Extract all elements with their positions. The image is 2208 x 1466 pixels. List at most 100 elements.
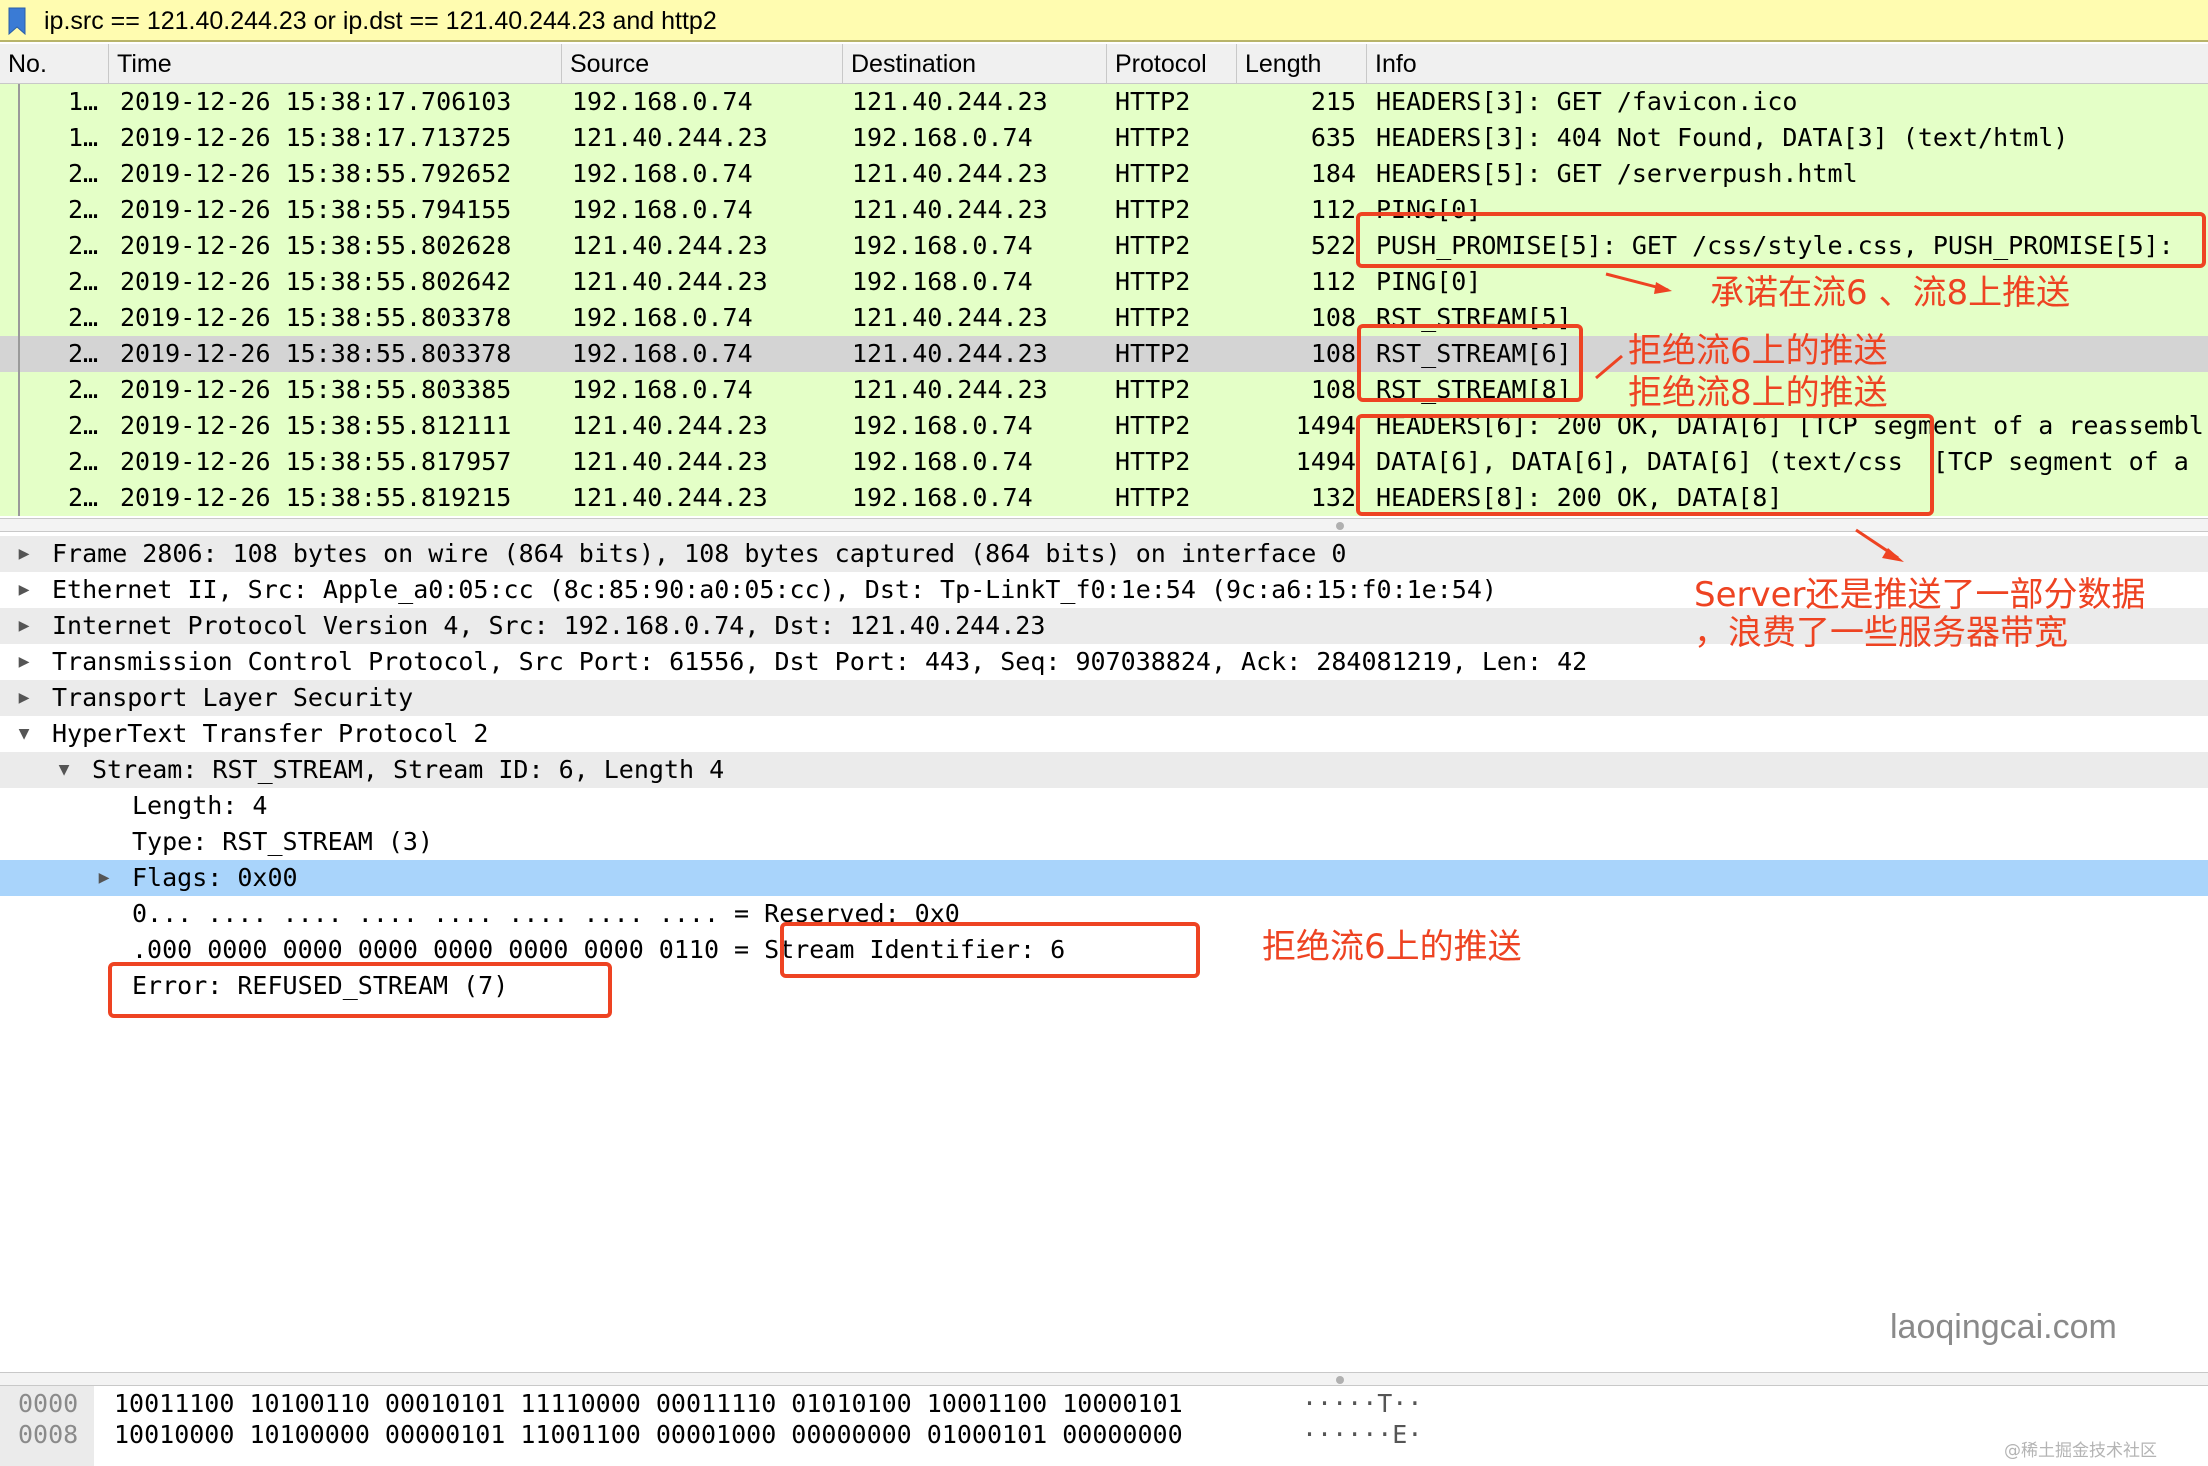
- cell-length: 1494: [1295, 411, 1356, 440]
- collapsed-triangle-icon[interactable]: ▶: [12, 572, 36, 608]
- expanded-triangle-icon[interactable]: ▼: [52, 752, 76, 788]
- cell-length: 635: [1310, 123, 1356, 152]
- byte-offset: 0000: [18, 1389, 79, 1418]
- cell-no: 2…: [68, 267, 99, 296]
- filter-expression-input[interactable]: ip.src == 121.40.244.23 or ip.dst == 121…: [44, 3, 717, 39]
- cell-destination: 192.168.0.74: [852, 123, 1033, 152]
- column-header-destination[interactable]: Destination: [842, 44, 1106, 84]
- cell-time: 2019-12-26 15:38:55.802642: [120, 267, 512, 296]
- collapsed-triangle-icon[interactable]: ▶: [12, 680, 36, 716]
- packet-list-header: No. Time Source Destination Protocol Len…: [0, 44, 2208, 84]
- cell-destination: 192.168.0.74: [852, 267, 1033, 296]
- cell-no: 2…: [68, 231, 99, 260]
- splitter-handle-icon[interactable]: [1336, 522, 1344, 530]
- annotation-reject-stream-6-detail: 拒绝流6上的推送: [1262, 927, 1522, 967]
- cell-time: 2019-12-26 15:38:55.819215: [120, 483, 512, 512]
- cell-time: 2019-12-26 15:38:55.792652: [120, 159, 512, 188]
- cell-time: 2019-12-26 15:38:55.803378: [120, 303, 512, 332]
- cell-destination: 121.40.244.23: [852, 303, 1048, 332]
- cell-source: 192.168.0.74: [572, 195, 753, 224]
- row-marker: [18, 444, 20, 480]
- byte-hex[interactable]: 10011100 10100110 00010101 11110000 0001…: [114, 1389, 1183, 1419]
- cell-source: 121.40.244.23: [572, 123, 768, 152]
- cell-protocol: HTTP2: [1115, 231, 1191, 260]
- display-filter-bar[interactable]: ip.src == 121.40.244.23 or ip.dst == 121…: [0, 0, 2208, 42]
- cell-time: 2019-12-26 15:38:55.812111: [120, 411, 512, 440]
- collapsed-triangle-icon[interactable]: ▶: [92, 860, 116, 896]
- cell-source: 121.40.244.23: [572, 447, 768, 476]
- detail-tree-label: Flags: 0x00: [132, 863, 298, 892]
- byte-hex[interactable]: 10010000 10100000 00000101 11001100 0000…: [114, 1420, 1183, 1450]
- row-marker: [18, 120, 20, 156]
- cell-time: 2019-12-26 15:38:17.713725: [120, 123, 512, 152]
- annotation-box-push-promise: [1356, 212, 2206, 268]
- cell-time: 2019-12-26 15:38:55.817957: [120, 447, 512, 476]
- detail-tree-item[interactable]: ▼ Stream: RST_STREAM, Stream ID: 6, Lengt…: [0, 752, 2208, 788]
- cell-source: 192.168.0.74: [572, 87, 753, 116]
- splitter-handle-icon[interactable]: [1336, 1376, 1344, 1384]
- pane-splitter[interactable]: [0, 518, 2208, 532]
- annotation-server-push: Server还是推送了一部分数据: [1694, 575, 2146, 615]
- cell-no: 2…: [68, 195, 99, 224]
- packet-row[interactable]: 1… 2019-12-26 15:38:17.706103 192.168.0.74…: [0, 84, 2208, 120]
- cell-no: 2…: [68, 483, 99, 512]
- cell-protocol: HTTP2: [1115, 159, 1191, 188]
- cell-source: 192.168.0.74: [572, 159, 753, 188]
- detail-tree-label: Length: 4: [132, 791, 268, 820]
- cell-time: 2019-12-26 15:38:55.803378: [120, 339, 512, 368]
- detail-tree-item[interactable]: ▶ Frame 2806: 108 bytes on wire (864 bits…: [0, 536, 2208, 572]
- cell-length: 522: [1310, 231, 1356, 260]
- collapsed-triangle-icon[interactable]: ▶: [12, 608, 36, 644]
- detail-tree-item[interactable]: Length: 4: [0, 788, 2208, 824]
- detail-tree-label: Internet Protocol Version 4, Src: 192.16…: [52, 611, 1046, 640]
- detail-tree-label: Ethernet II, Src: Apple_a0:05:cc (8c:85:…: [52, 575, 1497, 604]
- detail-tree-item[interactable]: Type: RST_STREAM (3): [0, 824, 2208, 860]
- cell-destination: 121.40.244.23: [852, 159, 1048, 188]
- cell-source: 121.40.244.23: [572, 231, 768, 260]
- cell-destination: 121.40.244.23: [852, 195, 1048, 224]
- detail-tree-item[interactable]: ▼ HyperText Transfer Protocol 2: [0, 716, 2208, 752]
- cell-protocol: HTTP2: [1115, 483, 1191, 512]
- packet-bytes-pane[interactable]: 0000 10011100 10100110 00010101 11110000…: [0, 1386, 2208, 1466]
- cell-protocol: HTTP2: [1115, 267, 1191, 296]
- collapsed-triangle-icon[interactable]: ▶: [12, 536, 36, 572]
- cell-length: 215: [1310, 87, 1356, 116]
- row-marker: [18, 264, 20, 300]
- credit-watermark: @稀土掘金技术社区: [2004, 1441, 2157, 1461]
- cell-length: 108: [1310, 339, 1356, 368]
- byte-ascii[interactable]: ······E·: [1302, 1420, 1422, 1450]
- column-header-no[interactable]: No.: [0, 44, 108, 84]
- column-header-source[interactable]: Source: [561, 44, 842, 84]
- annotation-push-promise: 承诺在流6 、流8上推送: [1710, 273, 2071, 313]
- cell-length: 112: [1310, 267, 1356, 296]
- expanded-triangle-icon[interactable]: ▼: [12, 716, 36, 752]
- cell-info: HEADERS[5]: GET /serverpush.html: [1376, 159, 1858, 188]
- packet-row[interactable]: 2… 2019-12-26 15:38:55.792652 192.168.0.74…: [0, 156, 2208, 192]
- column-header-protocol[interactable]: Protocol: [1106, 44, 1236, 84]
- packet-row[interactable]: 1… 2019-12-26 15:38:17.713725 121.40.244.2…: [0, 120, 2208, 156]
- row-marker: [18, 192, 20, 228]
- cell-protocol: HTTP2: [1115, 447, 1191, 476]
- annotation-box-error: [108, 962, 612, 1018]
- cell-protocol: HTTP2: [1115, 123, 1191, 152]
- cell-source: 192.168.0.74: [572, 303, 753, 332]
- cell-destination: 121.40.244.23: [852, 339, 1048, 368]
- cell-protocol: HTTP2: [1115, 411, 1191, 440]
- cell-no: 2…: [68, 303, 99, 332]
- bookmark-icon[interactable]: [8, 7, 26, 35]
- cell-protocol: HTTP2: [1115, 375, 1191, 404]
- row-marker: [18, 372, 20, 408]
- column-header-length[interactable]: Length: [1236, 44, 1366, 84]
- column-header-time[interactable]: Time: [108, 44, 561, 84]
- cell-protocol: HTTP2: [1115, 195, 1191, 224]
- byte-ascii[interactable]: ·····T··: [1302, 1389, 1422, 1419]
- cell-protocol: HTTP2: [1115, 303, 1191, 332]
- collapsed-triangle-icon[interactable]: ▶: [12, 644, 36, 680]
- pane-splitter[interactable]: [0, 1372, 2208, 1386]
- detail-tree-label: Frame 2806: 108 bytes on wire (864 bits)…: [52, 539, 1347, 568]
- row-marker: [18, 408, 20, 444]
- detail-tree-item[interactable]: ▶ Flags: 0x00: [0, 860, 2208, 896]
- detail-tree-label: Transport Layer Security: [52, 683, 414, 712]
- detail-tree-item[interactable]: ▶ Transport Layer Security: [0, 680, 2208, 716]
- column-header-info[interactable]: Info: [1366, 44, 2208, 84]
